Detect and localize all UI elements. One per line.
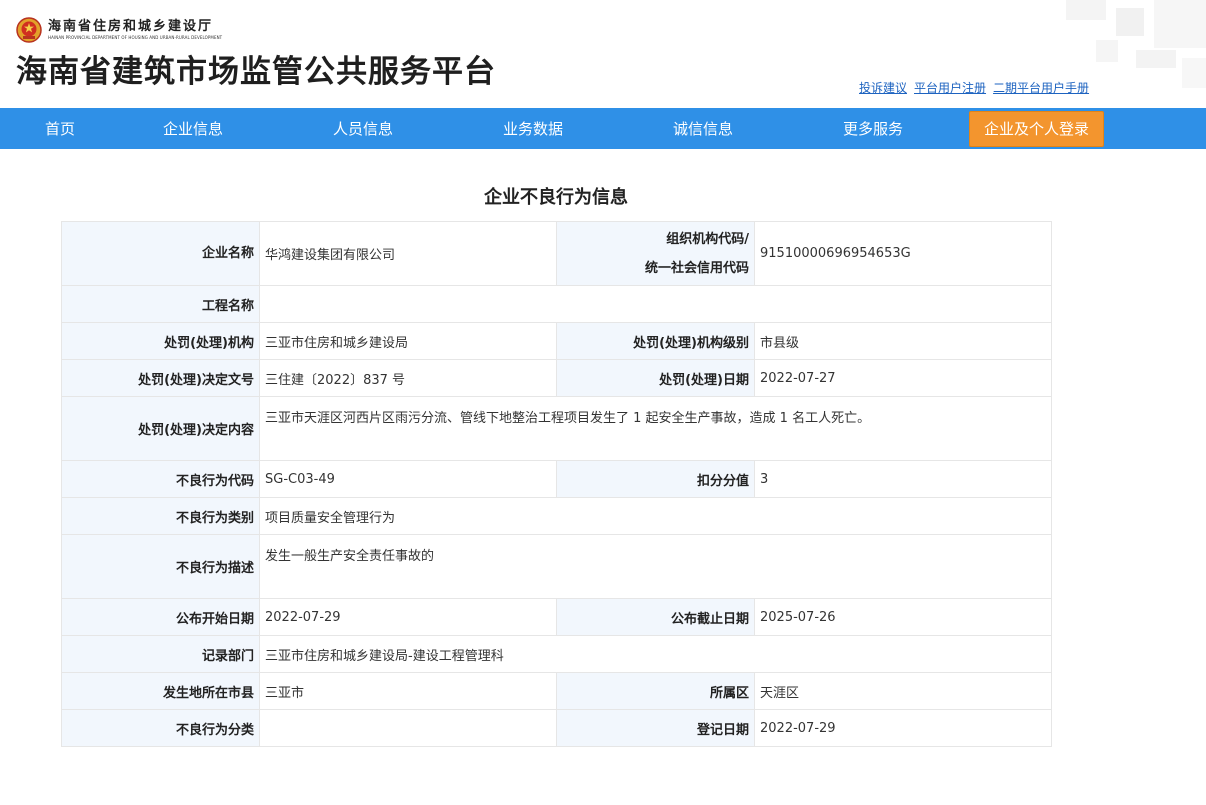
main-nav: 首页 企业信息 人员信息 业务数据 诚信信息 更多服务 企业及个人登录: [0, 108, 1206, 149]
penalty-org-label: 处罚(处理)机构: [61, 322, 260, 360]
register-date-value: 2022-07-29: [754, 709, 1052, 747]
login-button[interactable]: 企业及个人登录: [969, 111, 1104, 147]
table-row: 公布开始日期 2022-07-29 公布截止日期 2025-07-26: [61, 598, 1052, 636]
company-name-value: 华鸿建设集团有限公司: [259, 221, 557, 286]
penalty-level-label: 处罚(处理)机构级别: [556, 322, 755, 360]
project-name-value: [259, 285, 1052, 323]
table-row: 不良行为代码 SG-C03-49 扣分分值 3: [61, 460, 1052, 498]
behavior-type-label: 不良行为类别: [61, 497, 260, 535]
manual-link[interactable]: 二期平台用户手册: [993, 80, 1089, 96]
table-row: 记录部门 三亚市住房和城乡建设局-建设工程管理科: [61, 635, 1052, 673]
district-value: 天涯区: [754, 672, 1052, 710]
department-name-english: HAINAN PROVINCIAL DEPARTMENT OF HOUSING …: [48, 35, 223, 40]
penalty-level-value: 市县级: [754, 322, 1052, 360]
nav-company-info[interactable]: 企业信息: [163, 108, 223, 149]
nav-business-data[interactable]: 业务数据: [503, 108, 563, 149]
site-header: 海南省住房和城乡建设厅 HAINAN PROVINCIAL DEPARTMENT…: [0, 0, 1206, 108]
org-code-value: 91510000696954653G: [754, 221, 1052, 286]
national-emblem-icon: [16, 17, 42, 43]
nav-personnel-info[interactable]: 人员信息: [333, 108, 393, 149]
publish-end-value: 2025-07-26: [754, 598, 1052, 636]
behavior-type-value: 项目质量安全管理行为: [259, 497, 1052, 535]
table-row: 不良行为分类 登记日期 2022-07-29: [61, 709, 1052, 747]
decision-no-value: 三住建〔2022〕837 号: [259, 359, 557, 397]
deduction-value: 3: [754, 460, 1052, 498]
org-code-label-line2: 统一社会信用代码: [644, 260, 749, 276]
table-row: 处罚(处理)决定文号 三住建〔2022〕837 号 处罚(处理)日期 2022-…: [61, 359, 1052, 397]
penalty-org-value: 三亚市住房和城乡建设局: [259, 322, 557, 360]
department-text: 海南省住房和城乡建设厅 HAINAN PROVINCIAL DEPARTMENT…: [48, 19, 222, 41]
record-dept-label: 记录部门: [61, 635, 260, 673]
top-links: 投诉建议 平台用户注册 二期平台用户手册: [859, 80, 1089, 96]
decision-no-label: 处罚(处理)决定文号: [61, 359, 260, 397]
behavior-code-label: 不良行为代码: [61, 460, 260, 498]
table-row: 工程名称: [61, 285, 1052, 323]
org-code-label: 组织机构代码/ 统一社会信用代码: [556, 221, 755, 286]
decision-content-value: 三亚市天涯区河西片区雨污分流、管线下地整治工程项目发生了 1 起安全生产事故，造…: [259, 396, 1052, 461]
publish-start-label: 公布开始日期: [61, 598, 260, 636]
page-title: 企业不良行为信息: [484, 187, 628, 208]
decision-content-label: 处罚(处理)决定内容: [61, 396, 260, 461]
nav-home[interactable]: 首页: [45, 108, 75, 149]
city-value: 三亚市: [259, 672, 557, 710]
category-label: 不良行为分类: [61, 709, 260, 747]
publish-end-label: 公布截止日期: [556, 598, 755, 636]
department-name: 海南省住房和城乡建设厅: [48, 19, 214, 34]
behavior-code-value: SG-C03-49: [259, 460, 557, 498]
nav-more-services[interactable]: 更多服务: [843, 108, 903, 149]
table-row: 企业名称 华鸿建设集团有限公司 组织机构代码/ 统一社会信用代码 9151000…: [61, 221, 1052, 286]
complaint-link[interactable]: 投诉建议: [859, 80, 907, 96]
record-dept-value: 三亚市住房和城乡建设局-建设工程管理科: [259, 635, 1052, 673]
city-label: 发生地所在市县: [61, 672, 260, 710]
table-row: 处罚(处理)决定内容 三亚市天涯区河西片区雨污分流、管线下地整治工程项目发生了 …: [61, 396, 1052, 461]
department-brand[interactable]: 海南省住房和城乡建设厅 HAINAN PROVINCIAL DEPARTMENT…: [16, 14, 222, 46]
publish-start-value: 2022-07-29: [259, 598, 557, 636]
behavior-desc-label: 不良行为描述: [61, 534, 260, 599]
penalty-date-value: 2022-07-27: [754, 359, 1052, 397]
register-date-label: 登记日期: [556, 709, 755, 747]
company-name-label: 企业名称: [61, 221, 260, 286]
deduction-label: 扣分分值: [556, 460, 755, 498]
org-code-label-line1: 组织机构代码/: [666, 231, 749, 247]
table-row: 不良行为描述 发生一般生产安全责任事故的: [61, 534, 1052, 599]
project-name-label: 工程名称: [61, 285, 260, 323]
district-label: 所属区: [556, 672, 755, 710]
category-value: [259, 709, 557, 747]
table-row: 处罚(处理)机构 三亚市住房和城乡建设局 处罚(处理)机构级别 市县级: [61, 322, 1052, 360]
behavior-desc-value: 发生一般生产安全责任事故的: [259, 534, 1052, 599]
site-title: 海南省建筑市场监管公共服务平台: [16, 54, 496, 90]
table-row: 发生地所在市县 三亚市 所属区 天涯区: [61, 672, 1052, 710]
register-link[interactable]: 平台用户注册: [914, 80, 986, 96]
nav-credit-info[interactable]: 诚信信息: [673, 108, 733, 149]
penalty-date-label: 处罚(处理)日期: [556, 359, 755, 397]
table-row: 不良行为类别 项目质量安全管理行为: [61, 497, 1052, 535]
bad-behavior-info-table: 企业名称 华鸿建设集团有限公司 组织机构代码/ 统一社会信用代码 9151000…: [61, 221, 1052, 747]
